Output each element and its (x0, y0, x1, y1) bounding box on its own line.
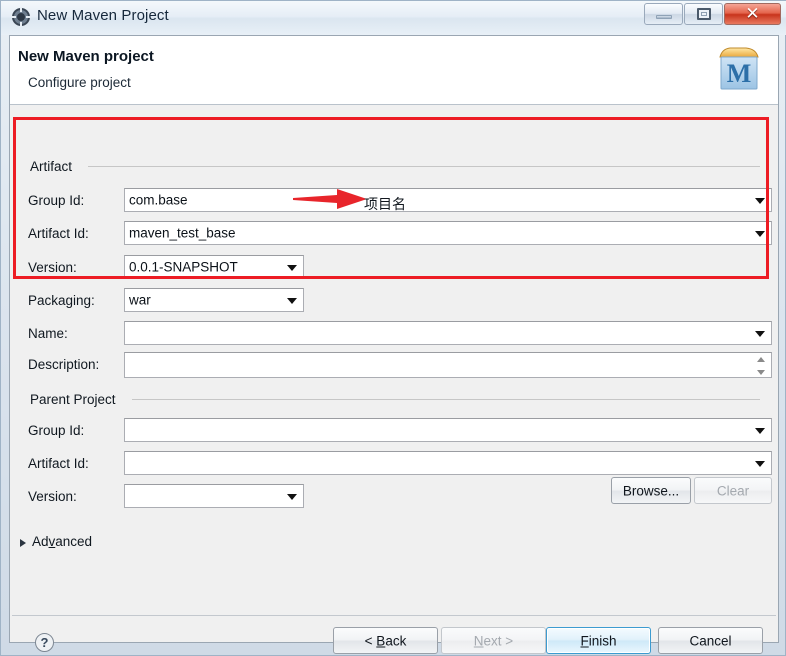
minimize-button[interactable] (644, 3, 683, 25)
minimize-icon (656, 15, 672, 19)
clear-button-label: Clear (716, 483, 750, 498)
browse-button-label: Browse... (622, 483, 680, 498)
clear-button[interactable]: Clear (694, 477, 772, 504)
artifact-version-combo[interactable]: 0.0.1-SNAPSHOT (124, 255, 304, 279)
parent-group-id-label: Group Id: (28, 423, 85, 438)
help-button[interactable]: ? (35, 633, 54, 652)
artifact-artifact-id-value: maven_test_base (129, 225, 236, 241)
cancel-button-label: Cancel (689, 633, 732, 648)
advanced-toggle[interactable]: Advanced (32, 534, 92, 549)
finish-button-label: Finish (580, 633, 617, 648)
cancel-button[interactable]: Cancel (658, 627, 763, 654)
artifact-group-id-label: Group Id: (28, 193, 85, 208)
dialog-window: New Maven Project ✕ New Maven project Co… (0, 0, 786, 656)
title-bar: New Maven Project ✕ (1, 1, 786, 35)
close-icon: ✕ (745, 4, 760, 23)
parent-artifact-id-label: Artifact Id: (28, 456, 89, 471)
window-controls: ✕ (643, 3, 781, 27)
artifact-artifact-id-label: Artifact Id: (28, 226, 89, 241)
help-icon: ? (40, 635, 49, 650)
svg-text:M: M (727, 59, 752, 88)
parent-version-combo[interactable] (124, 484, 304, 508)
name-label: Name: (28, 326, 68, 341)
artifact-artifact-id-combo[interactable]: maven_test_base (124, 221, 772, 245)
wizard-header: New Maven project Configure project M (10, 36, 778, 105)
close-button[interactable]: ✕ (724, 3, 781, 25)
artifact-packaging-combo[interactable]: war (124, 288, 304, 312)
artifact-group-line (88, 166, 760, 167)
eclipse-wizard-icon (11, 7, 31, 27)
artifact-group-id-value: com.base (129, 192, 188, 208)
description-input[interactable] (124, 352, 772, 378)
spinner-up-icon[interactable] (757, 357, 765, 362)
finish-button[interactable]: Finish (546, 627, 651, 654)
spinner-down-icon[interactable] (757, 370, 765, 375)
chevron-down-icon[interactable] (755, 231, 765, 237)
artifact-version-label: Version: (28, 260, 77, 275)
browse-button[interactable]: Browse... (611, 477, 691, 504)
maximize-button[interactable] (684, 3, 723, 25)
chevron-down-icon[interactable] (287, 298, 297, 304)
page-title: New Maven project (18, 48, 154, 65)
next-button[interactable]: Next > (441, 627, 546, 654)
description-spinner[interactable] (754, 355, 769, 377)
parent-group-label: Parent Project (26, 392, 120, 407)
page-subtitle: Configure project (28, 75, 131, 90)
maximize-icon (697, 8, 711, 20)
artifact-version-value: 0.0.1-SNAPSHOT (129, 259, 238, 275)
name-combo[interactable] (124, 321, 772, 345)
artifact-group-label: Artifact (26, 159, 77, 174)
next-button-label: Next > (473, 633, 514, 648)
chevron-down-icon[interactable] (287, 265, 297, 271)
chevron-down-icon[interactable] (755, 428, 765, 434)
advanced-label-pre: Ad (32, 534, 49, 549)
chevron-down-icon[interactable] (287, 494, 297, 500)
parent-group-id-combo[interactable] (124, 418, 772, 442)
back-button-label: < Back (364, 633, 407, 648)
parent-group-line (132, 399, 760, 400)
chevron-down-icon[interactable] (755, 198, 765, 204)
annotation-note-text: 项目名 (364, 197, 406, 213)
parent-version-label: Version: (28, 489, 77, 504)
footer-separator (12, 615, 776, 616)
back-button[interactable]: < Back (333, 627, 438, 654)
annotation-arrow-icon (293, 189, 367, 209)
artifact-packaging-label: Packaging: (28, 293, 95, 308)
chevron-down-icon[interactable] (755, 331, 765, 337)
expand-triangle-icon[interactable] (20, 539, 26, 547)
window-title: New Maven Project (37, 7, 169, 24)
description-label: Description: (28, 357, 100, 372)
dialog-client: New Maven project Configure project M Ar… (9, 35, 779, 654)
artifact-group-id-combo[interactable]: com.base (124, 188, 772, 212)
maven-logo-icon: M (719, 47, 759, 90)
artifact-packaging-value: war (129, 292, 151, 308)
parent-artifact-id-combo[interactable] (124, 451, 772, 475)
chevron-down-icon[interactable] (755, 461, 765, 467)
advanced-label-post: anced (55, 534, 93, 549)
